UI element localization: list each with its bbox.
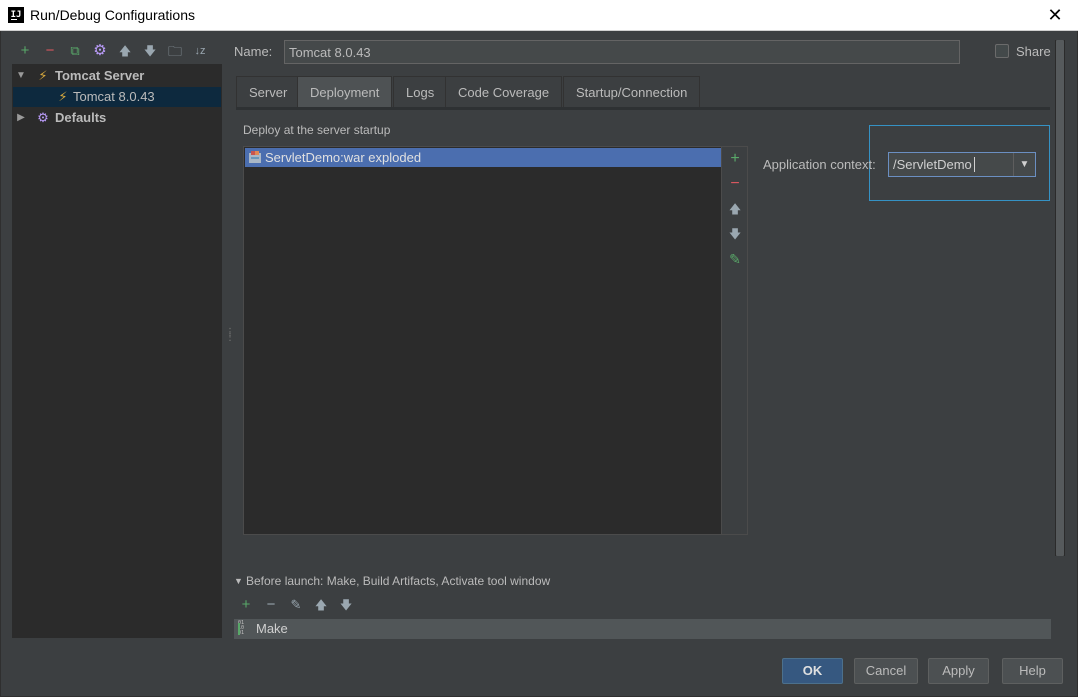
remove-task-icon[interactable]: −	[261, 595, 281, 615]
move-up-icon[interactable]: 🡅	[725, 199, 745, 219]
name-label: Name:	[234, 44, 273, 59]
help-button[interactable]: Help	[1002, 658, 1063, 684]
application-context-value[interactable]: /ServletDemo	[893, 157, 972, 172]
name-input[interactable]	[284, 40, 960, 64]
application-context-combobox[interactable]: /ServletDemo ▼	[888, 152, 1036, 177]
copy-configuration-icon[interactable]: ⧉	[65, 41, 85, 61]
tree-item-label: Defaults	[55, 110, 107, 125]
tab-code-coverage[interactable]: Code Coverage	[445, 76, 563, 107]
artifact-list[interactable]: ServletDemo:war exploded	[243, 146, 722, 535]
tomcat-icon: ⚡	[58, 89, 68, 104]
tree-item-defaults[interactable]: ▶ ⚙ Defaults	[13, 108, 221, 128]
tab-strip: Server Deployment Logs Code Coverage Sta…	[236, 76, 1050, 107]
expanded-arrow-icon[interactable]: ▼	[15, 66, 27, 86]
gear-icon: ⚙	[37, 110, 49, 125]
share-label[interactable]: Share	[1016, 44, 1051, 59]
chevron-down-icon[interactable]: ▼	[1013, 153, 1035, 176]
artifact-label: ServletDemo:war exploded	[265, 150, 422, 165]
ok-button[interactable]: OK	[782, 658, 843, 684]
make-binary-icon: 01 10 01	[238, 621, 252, 637]
splitter-handle[interactable]: ⋮⋮	[225, 328, 235, 346]
remove-artifact-icon[interactable]: −	[725, 174, 745, 194]
tab-logs[interactable]: Logs	[393, 76, 448, 107]
tree-item-tomcat-server[interactable]: ▼ ⚡ Tomcat Server	[13, 66, 221, 86]
collapsed-arrow-icon[interactable]: ▶	[15, 108, 27, 128]
list-item[interactable]: Make	[256, 620, 288, 638]
window-title: Run/Debug Configurations	[30, 7, 195, 23]
title-bar: IJ Run/Debug Configurations ✕	[0, 0, 1078, 31]
move-up-icon[interactable]: 🡅	[311, 595, 331, 615]
before-launch-title[interactable]: Before launch: Make, Build Artifacts, Ac…	[246, 574, 550, 588]
application-context-label: Application context:	[763, 157, 876, 172]
list-item[interactable]: ServletDemo:war exploded	[245, 148, 721, 167]
close-window-button[interactable]: ✕	[1032, 0, 1078, 30]
tomcat-icon: ⚡	[38, 68, 48, 83]
edit-task-icon[interactable]: ✎	[286, 595, 306, 615]
share-checkbox[interactable]	[995, 44, 1009, 58]
tab-divider	[236, 107, 1050, 110]
move-down-icon[interactable]: 🡇	[725, 224, 745, 244]
sort-alphabetically-icon[interactable]: ↓z	[190, 41, 210, 61]
cancel-button[interactable]: Cancel	[854, 658, 918, 684]
add-artifact-icon[interactable]: +	[725, 149, 745, 169]
expanded-arrow-icon[interactable]: ▼	[234, 576, 243, 586]
add-configuration-icon[interactable]: +	[15, 41, 35, 61]
scrollbar-thumb[interactable]	[1056, 40, 1064, 556]
text-caret	[974, 157, 975, 172]
war-artifact-icon	[249, 151, 261, 163]
tree-item-tomcat-8-0-43[interactable]: ⚡ Tomcat 8.0.43	[13, 87, 221, 107]
apply-button[interactable]: Apply	[928, 658, 989, 684]
tab-server[interactable]: Server	[236, 76, 301, 107]
deploy-caption: Deploy at the server startup	[243, 123, 391, 137]
move-down-icon[interactable]: 🡇	[336, 595, 356, 615]
tab-deployment[interactable]: Deployment	[297, 76, 393, 107]
intellij-logo-icon: IJ	[8, 7, 24, 23]
remove-configuration-icon[interactable]: −	[40, 41, 60, 61]
move-up-icon[interactable]: 🡅	[115, 41, 135, 61]
configuration-tree[interactable]: ▼ ⚡ Tomcat Server ⚡ Tomcat 8.0.43 ▶ ⚙ De…	[12, 64, 222, 638]
edit-pencil-icon[interactable]: ✎	[725, 249, 745, 269]
edit-defaults-gear-icon[interactable]: ⚙	[90, 41, 110, 61]
folder-icon[interactable]: 🗀	[165, 41, 185, 61]
move-down-icon[interactable]: 🡇	[140, 41, 160, 61]
tree-item-label: Tomcat Server	[55, 68, 145, 83]
artifact-list-toolbar: + − 🡅 🡇 ✎	[722, 146, 748, 535]
before-launch-list[interactable]: 01 10 01 Make	[234, 619, 1051, 639]
tab-startup-connection[interactable]: Startup/Connection	[563, 76, 701, 107]
add-task-icon[interactable]: +	[236, 595, 256, 615]
tree-item-label: Tomcat 8.0.43	[73, 89, 155, 104]
